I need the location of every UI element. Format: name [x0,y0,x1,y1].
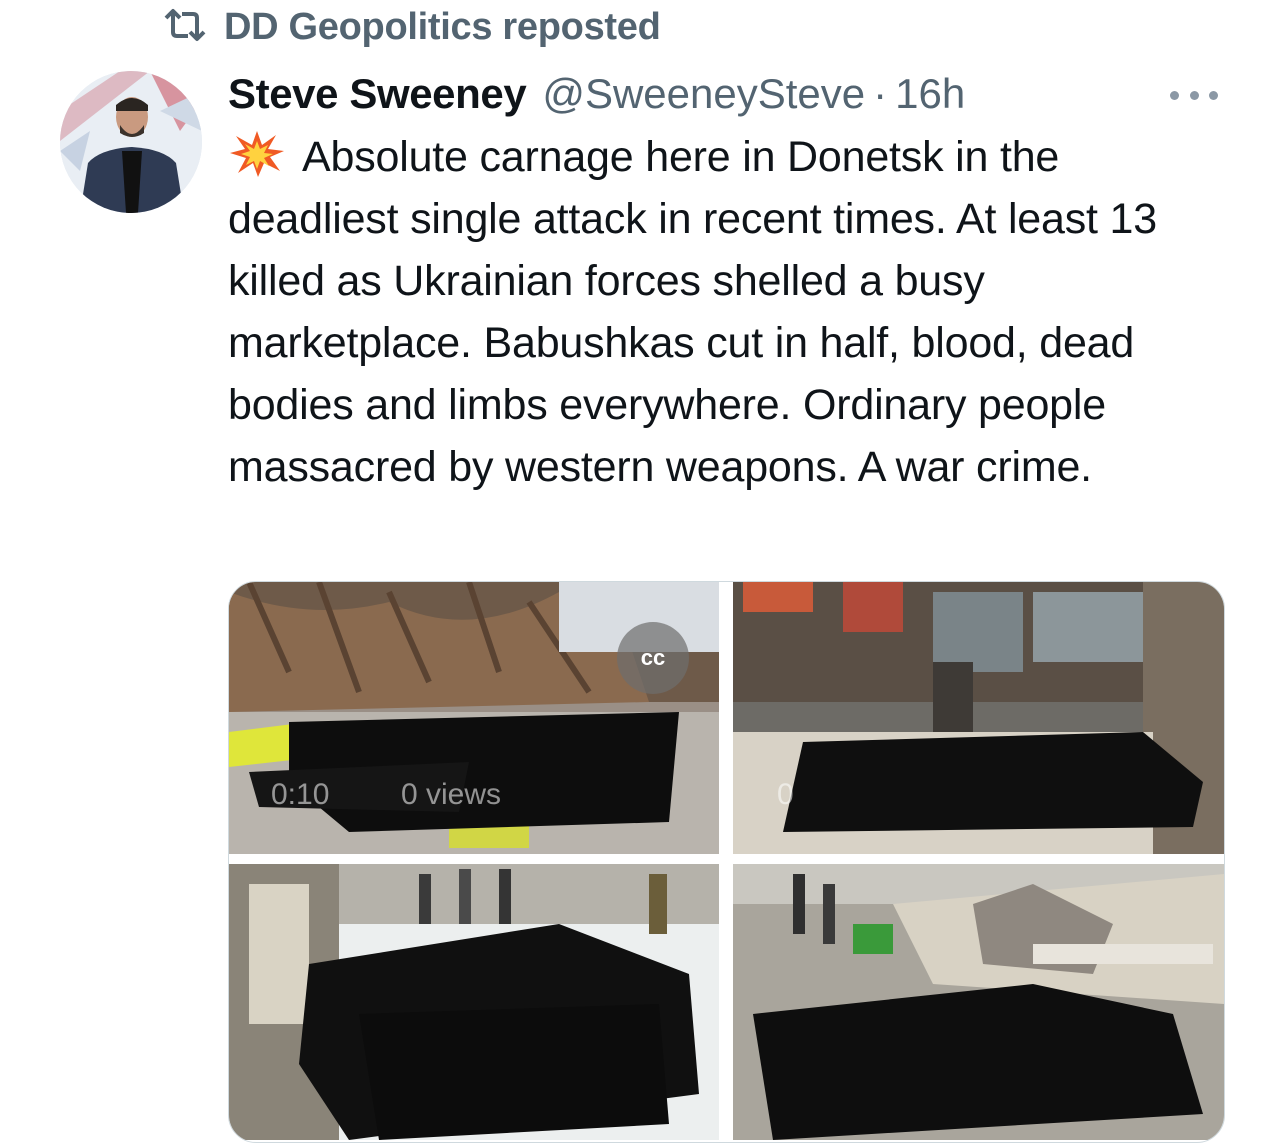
more-options-icon[interactable] [1170,80,1218,110]
video-duration: 0:10 [271,778,330,811]
repost-label: DD Geopolitics reposted [224,5,661,48]
tile-2-overlay: 0 [777,778,794,811]
repost-indicator[interactable]: DD Geopolitics reposted [162,4,661,50]
video-views: 0 views [401,778,502,811]
captions-icon[interactable]: cc [617,622,689,694]
avatar[interactable] [60,71,202,213]
media-image-tile-3[interactable] [229,864,719,1140]
tweet-text: Absolute carnage here in Donetsk in the … [228,126,1238,498]
author-handle[interactable]: @SweeneySteve [542,70,865,118]
collision-emoji-icon [228,129,286,179]
separator-dot: · [873,70,888,117]
tweet-body: Absolute carnage here in Donetsk in the … [228,133,1157,491]
tweet-header: Steve Sweeney @SweeneySteve · 16h [228,66,1224,122]
timestamp[interactable]: 16h [895,70,965,118]
media-grid: cc 0:10 0 views 0 [228,581,1225,1143]
media-video-tile[interactable]: cc 0:10 0 views [229,582,719,854]
media-image-tile-2[interactable]: 0 [733,582,1224,854]
repost-icon [162,8,208,47]
author-name[interactable]: Steve Sweeney [228,70,527,118]
media-image-tile-4[interactable] [733,864,1224,1140]
